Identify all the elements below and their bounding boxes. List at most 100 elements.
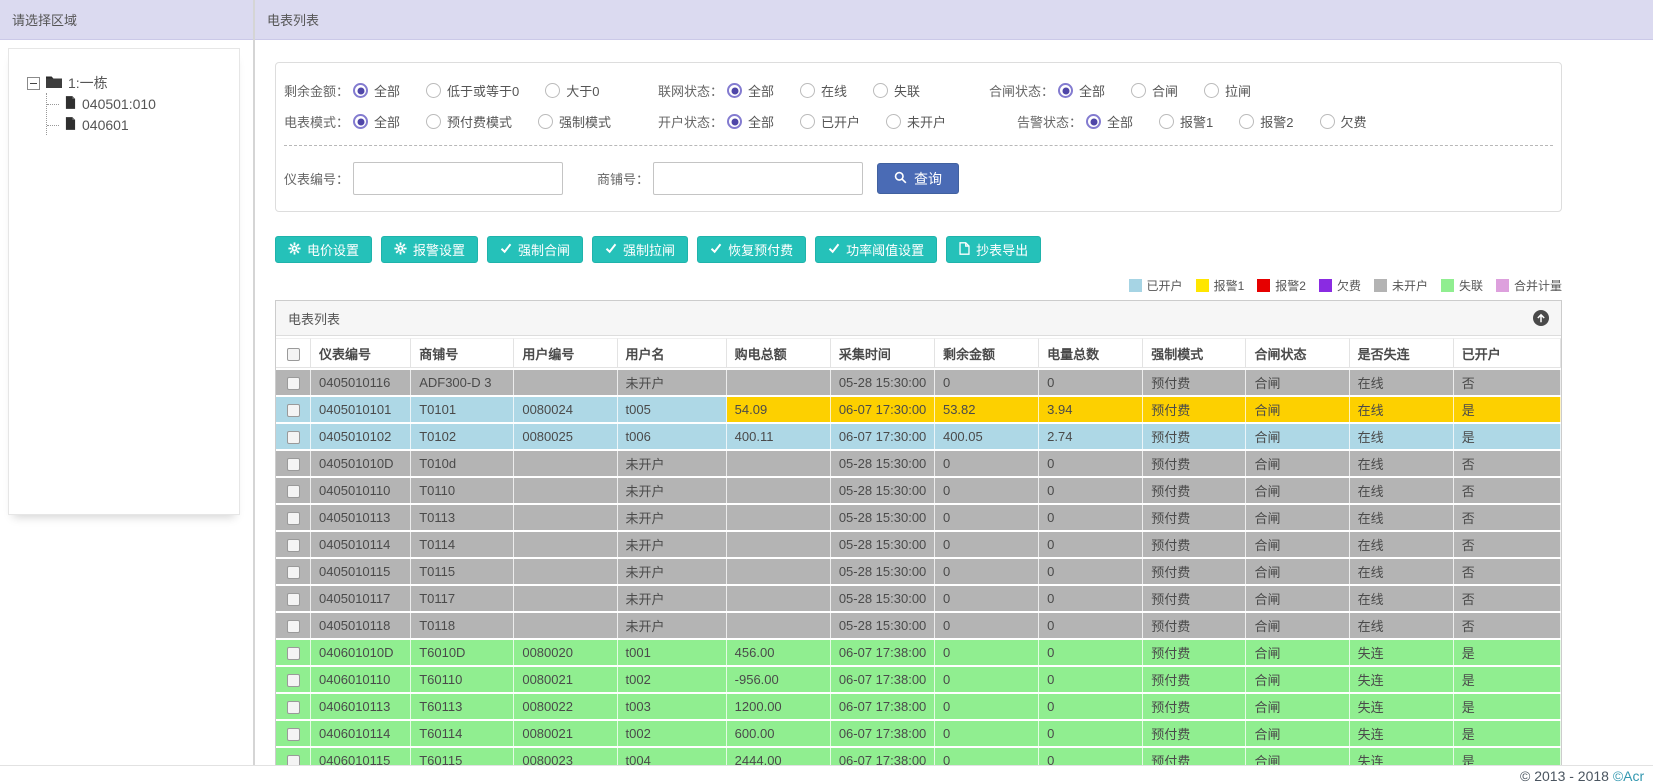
filter-group-label: 开户状态： [658, 115, 724, 130]
radio-label: 在线 [821, 84, 848, 99]
radio-label: 全部 [374, 84, 401, 99]
panel-collapse-icon[interactable] [1533, 310, 1549, 326]
meter-no-input[interactable] [353, 162, 564, 195]
radio-option[interactable]: 强制模式 [538, 112, 611, 131]
action-button-恢复预付费[interactable]: 恢复预付费 [697, 236, 807, 263]
radio-icon [727, 114, 743, 129]
radio-option[interactable]: 失联 [873, 81, 920, 100]
row-checkbox[interactable] [286, 539, 300, 553]
table-row[interactable]: 040501010D T010d 未开户 05-28 15:30:00 0 0 预付费 合闸在… [276, 451, 1561, 476]
action-button-强制拉闸[interactable]: 强制拉闸 [592, 236, 689, 263]
tree-node-root[interactable]: 1:一栋 [27, 73, 233, 93]
column-header-商铺号[interactable]: 商铺号 [411, 338, 515, 368]
radio-option[interactable]: 在线 [800, 81, 847, 100]
tree-collapse-icon[interactable] [27, 76, 40, 90]
row-checkbox[interactable] [286, 728, 300, 742]
action-button-强制合闸[interactable]: 强制合闸 [487, 236, 584, 263]
table-row[interactable]: 040601010D T6010D 0080020 t001 456.00 06-07 1… [276, 640, 1561, 665]
radio-option[interactable]: 全部 [353, 112, 400, 131]
action-button-功率阈值设置[interactable]: 功率阈值设置 [815, 236, 938, 263]
cell: 失连 [1349, 640, 1454, 665]
radio-option[interactable]: 低于或等于0 [426, 81, 519, 100]
row-checkbox[interactable] [286, 620, 300, 634]
filter-group-label: 合闸状态： [989, 84, 1055, 99]
radio-option[interactable]: 全部 [1058, 81, 1105, 100]
tree-node-leaf[interactable]: 040601 [47, 114, 233, 135]
table-row[interactable]: 0405010101 T0101 0080024 t005 54.09 06-07 17:… [276, 397, 1561, 422]
table-row[interactable]: 0406010113 T60113 0080022 t003 1200.00 06-07 … [276, 694, 1561, 719]
cell: 0 [934, 613, 1040, 638]
cell: 05-28 15:30:00 [830, 613, 935, 638]
column-header-用户编号[interactable]: 用户编号 [514, 338, 618, 368]
legend-item: 合并计量 [1495, 277, 1562, 294]
cell: 0405010101 [311, 397, 412, 422]
radio-option[interactable]: 合闸 [1131, 81, 1178, 100]
table-row[interactable]: 0405010116 ADF300-D 3 未开户 05-28 15:30:00 0 0 预… [276, 370, 1561, 395]
column-header-已开户[interactable]: 已开户 [1453, 338, 1561, 368]
column-header-购电总额[interactable]: 购电总额 [726, 338, 831, 368]
radio-label: 强制模式 [559, 115, 612, 130]
row-checkbox[interactable] [286, 701, 300, 715]
radio-option[interactable]: 拉闸 [1204, 81, 1251, 100]
cell: 预付费 [1143, 478, 1247, 503]
table-row[interactable]: 0405010114 T0114 未开户 05-28 15:30:00 0 0 预付费 合闸在… [276, 532, 1561, 557]
table-row[interactable]: 0405010117 T0117 未开户 05-28 15:30:00 0 0 预付费 合闸在… [276, 586, 1561, 611]
radio-option[interactable]: 欠费 [1319, 112, 1367, 131]
cell [514, 532, 618, 557]
table-row[interactable]: 0405010110 T0110 未开户 05-28 15:30:00 0 0 预付费 合闸在… [276, 478, 1561, 503]
radio-option[interactable]: 全部 [727, 81, 774, 100]
tree-leaf-label[interactable]: 040501:010 [82, 96, 156, 112]
cell: 040601010D [311, 640, 412, 665]
row-checkbox[interactable] [286, 593, 300, 607]
cell: 0405010116 [311, 370, 412, 395]
radio-option[interactable]: 报警2 [1239, 112, 1294, 131]
filter-group: 合闸状态： 全部 合闸 拉闸 [989, 81, 1553, 100]
radio-option[interactable]: 报警1 [1159, 112, 1213, 131]
row-checkbox[interactable] [286, 485, 300, 499]
column-header-用户名[interactable]: 用户名 [617, 338, 727, 368]
column-header-电量总数[interactable]: 电量总数 [1039, 338, 1144, 368]
row-checkbox[interactable] [286, 512, 300, 526]
legend-swatch [1195, 279, 1209, 292]
row-checkbox[interactable] [286, 431, 300, 445]
table-row[interactable]: 0406010114 T60114 0080021 t002 600.00 06-07 1… [276, 721, 1561, 746]
row-checkbox[interactable] [286, 566, 300, 580]
radio-option[interactable]: 已开户 [800, 112, 860, 131]
radio-option[interactable]: 预付费模式 [426, 112, 512, 131]
radio-option[interactable]: 全部 [727, 112, 774, 131]
table-row[interactable]: 0406010110 T60110 0080021 t002 -956.00 06-07 … [276, 667, 1561, 692]
row-checkbox[interactable] [286, 404, 300, 418]
table-row[interactable]: 0405010118 T0118 未开户 05-28 15:30:00 0 0 预付费 合闸在… [276, 613, 1561, 638]
row-checkbox[interactable] [286, 458, 300, 472]
tree-root-label[interactable]: 1:一栋 [68, 73, 108, 93]
column-header-合闸状态[interactable]: 合闸状态 [1246, 338, 1350, 368]
radio-option[interactable]: 全部 [1086, 112, 1133, 131]
row-checkbox[interactable] [286, 674, 300, 688]
select-all-checkbox[interactable] [286, 347, 300, 361]
column-header-仪表编号[interactable]: 仪表编号 [311, 338, 412, 368]
column-header-剩余金额[interactable]: 剩余金额 [934, 338, 1040, 368]
cell [726, 370, 831, 395]
status-legend: 已开户 报警1 报警2 欠费 未开户 失联 合并计量 [275, 277, 1562, 294]
tree-leaf-label[interactable]: 040601 [82, 117, 129, 133]
tree-node-leaf[interactable]: 040501:010 [47, 93, 233, 114]
query-button[interactable]: 查询 [877, 163, 960, 194]
cell [726, 559, 831, 584]
table-row[interactable]: 0405010113 T0113 未开户 05-28 15:30:00 0 0 预付费 合闸在… [276, 505, 1561, 530]
action-button-报警设置[interactable]: 报警设置 [381, 236, 479, 263]
table-row[interactable]: 0405010115 T0115 未开户 05-28 15:30:00 0 0 预付费 合闸在… [276, 559, 1561, 584]
legend-item: 报警2 [1257, 277, 1306, 294]
shop-no-input[interactable] [653, 162, 864, 195]
column-header-是否失连[interactable]: 是否失连 [1349, 338, 1454, 368]
row-checkbox[interactable] [286, 647, 300, 661]
action-button-抄表导出[interactable]: 抄表导出 [946, 236, 1042, 263]
radio-option[interactable]: 全部 [353, 81, 400, 100]
cell: 否 [1453, 451, 1561, 476]
action-button-电价设置[interactable]: 电价设置 [275, 236, 373, 263]
radio-option[interactable]: 未开户 [886, 112, 946, 131]
row-checkbox[interactable] [286, 377, 300, 391]
column-header-采集时间[interactable]: 采集时间 [830, 338, 935, 368]
column-header-强制模式[interactable]: 强制模式 [1143, 338, 1247, 368]
radio-option[interactable]: 大于0 [545, 81, 600, 100]
table-row[interactable]: 0405010102 T0102 0080025 t006 400.11 06-07 17… [276, 424, 1561, 449]
